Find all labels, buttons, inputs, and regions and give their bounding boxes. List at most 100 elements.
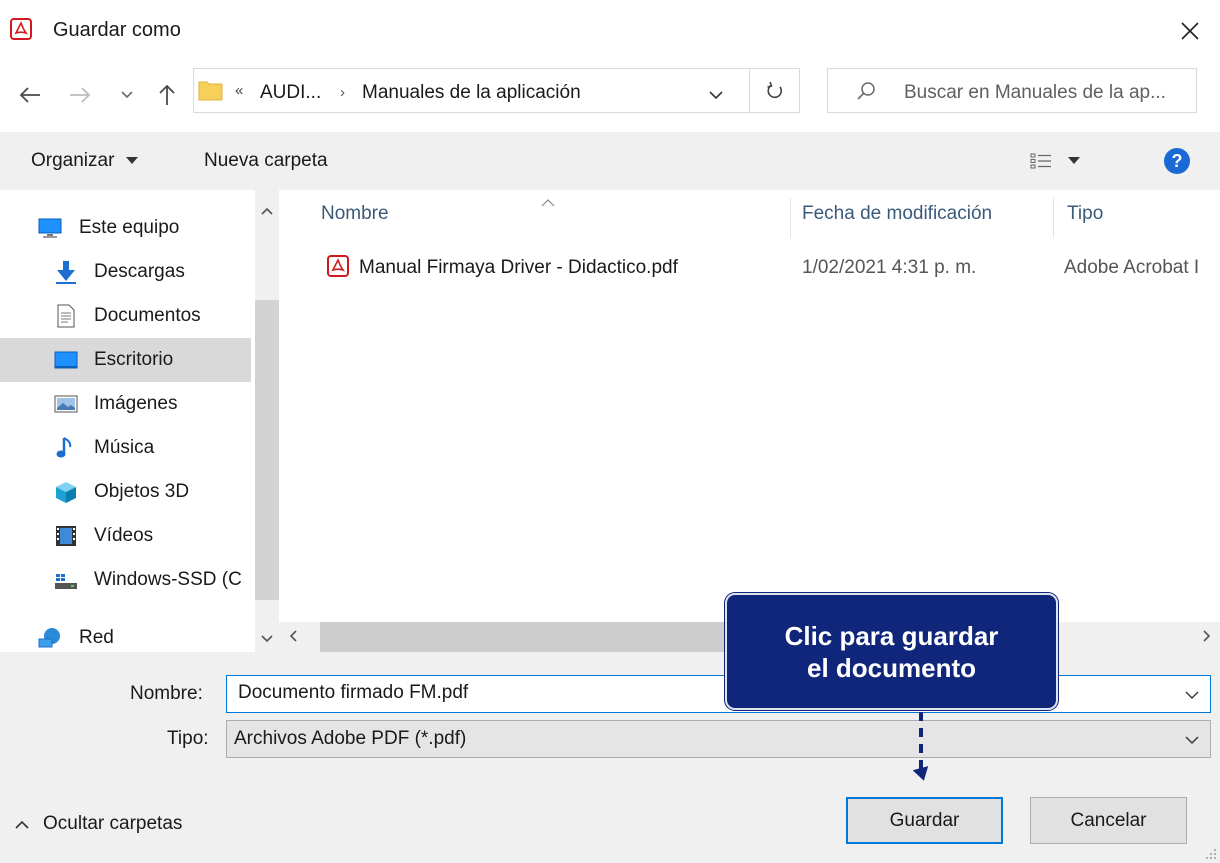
nav-label: Este equipo [79,217,180,238]
callout-line-1: Clic para guardar [784,620,999,651]
organize-button[interactable]: Organizar [31,150,138,172]
pdf-file-icon [327,255,349,277]
chevron-down-icon [261,635,273,643]
new-folder-button[interactable]: Nueva carpeta [204,150,328,172]
nav-item-descargas[interactable]: Descargas [0,250,251,294]
nav-label: Red [79,627,114,648]
chevron-right-icon [1203,630,1211,642]
close-button[interactable] [1165,8,1215,54]
change-view-button[interactable] [1030,146,1120,176]
computer-icon [38,216,62,240]
nav-item-windows-ssd[interactable]: Windows-SSD (C [0,558,251,602]
hide-folders-toggle[interactable]: Ocultar carpetas [15,813,182,835]
pictures-icon [54,392,78,416]
window-title: Guardar como [53,19,181,41]
drive-icon [54,568,78,592]
cancel-button[interactable]: Cancelar [1030,797,1187,844]
nav-label: Documentos [94,305,201,326]
nav-label: Windows-SSD (C [94,569,242,590]
nav-label: Escritorio [94,349,174,370]
address-segment-audi[interactable]: AUDI... [260,82,321,104]
refresh-icon [766,81,782,98]
navigation-pane: Este equipo Descargas Documentos Escrito… [0,190,255,652]
nav-item-musica[interactable]: Música [0,426,251,470]
nav-item-documentos[interactable]: Documentos [0,294,251,338]
column-separator[interactable] [1053,198,1054,238]
column-separator[interactable] [790,198,791,238]
filename-label: Nombre: [130,683,203,704]
nav-label: Objetos 3D [94,481,190,502]
title-bar [0,0,1220,62]
document-icon [54,304,78,328]
save-button[interactable]: Guardar [846,797,1003,844]
callout-box: Clic para guardar el documento [725,593,1058,710]
scroll-down-button[interactable] [259,628,275,643]
scroll-right-button[interactable] [1198,628,1214,644]
callout-line-2: el documento [806,652,976,683]
nav-scroll-thumb[interactable] [255,300,279,600]
nav-label: Descargas [94,261,185,282]
chevron-down-icon [1185,736,1199,744]
chevron-up-icon [261,207,273,215]
recent-locations-button[interactable] [112,80,142,110]
organize-label: Organizar [31,150,115,171]
scroll-up-button[interactable] [259,200,275,215]
forward-button[interactable] [65,80,95,110]
address-segment-manuales[interactable]: Manuales de la aplicación [362,82,581,104]
column-header-date[interactable]: Fecha de modificación [802,203,992,225]
filename-value[interactable]: Documento firmado FM.pdf [238,682,468,704]
nav-item-objetos-3d[interactable]: Objetos 3D [0,470,251,514]
address-dropdown-button[interactable] [696,80,736,110]
chevron-down-icon [1185,691,1199,699]
filetype-dropdown-button[interactable] [1180,728,1204,752]
download-icon [54,260,78,284]
close-icon [1181,22,1199,40]
chevron-down-icon [121,91,133,99]
music-icon [54,436,78,460]
search-input[interactable]: Buscar en Manuales de la ap... [904,82,1166,104]
up-button[interactable] [152,80,182,110]
refresh-button[interactable] [750,68,800,113]
column-header-name[interactable]: Nombre [321,203,389,225]
address-separator[interactable]: › [340,84,345,101]
callout-arrow-icon [912,764,932,784]
file-date: 1/02/2021 4:31 p. m. [802,257,977,278]
details-view-icon [1030,153,1051,169]
chevron-left-icon [289,630,297,642]
filename-dropdown-button[interactable] [1180,683,1204,707]
file-name: Manual Firmaya Driver - Didactico.pdf [359,257,678,278]
chevron-up-icon [15,820,29,829]
column-header-type[interactable]: Tipo [1067,203,1103,225]
desktop-icon [54,348,78,372]
nav-label: Vídeos [94,525,154,546]
nav-label: Música [94,437,155,458]
chevron-down-icon [709,90,723,99]
filetype-label: Tipo: [167,728,209,749]
cube-icon [54,480,78,504]
arrow-left-icon [19,87,40,103]
file-type: Adobe Acrobat I [1064,257,1200,278]
arrow-right-icon [70,87,91,103]
caret-down-icon [125,156,138,164]
pdf-app-icon [10,18,32,40]
sort-ascending-icon [540,192,556,207]
address-overflow[interactable]: « [235,82,243,99]
nav-item-red[interactable]: Red [0,616,251,652]
nav-label: Imágenes [94,393,178,414]
network-icon [38,626,62,650]
nav-item-imagenes[interactable]: Imágenes [0,382,251,426]
scroll-left-button[interactable] [286,628,302,644]
nav-item-este-equipo[interactable]: Este equipo [0,206,251,250]
arrow-up-icon [159,84,175,105]
hide-folders-label: Ocultar carpetas [43,813,183,834]
resize-grip-icon[interactable] [1202,845,1218,861]
back-button[interactable] [15,80,45,110]
nav-item-videos[interactable]: Vídeos [0,514,251,558]
filetype-value[interactable]: Archivos Adobe PDF (*.pdf) [234,728,466,750]
caret-down-icon [1068,157,1080,164]
help-button[interactable]: ? [1164,148,1190,174]
nav-item-escritorio[interactable]: Escritorio [0,338,251,382]
search-icon [855,80,877,102]
folder-icon [198,79,223,101]
video-icon [54,524,78,548]
